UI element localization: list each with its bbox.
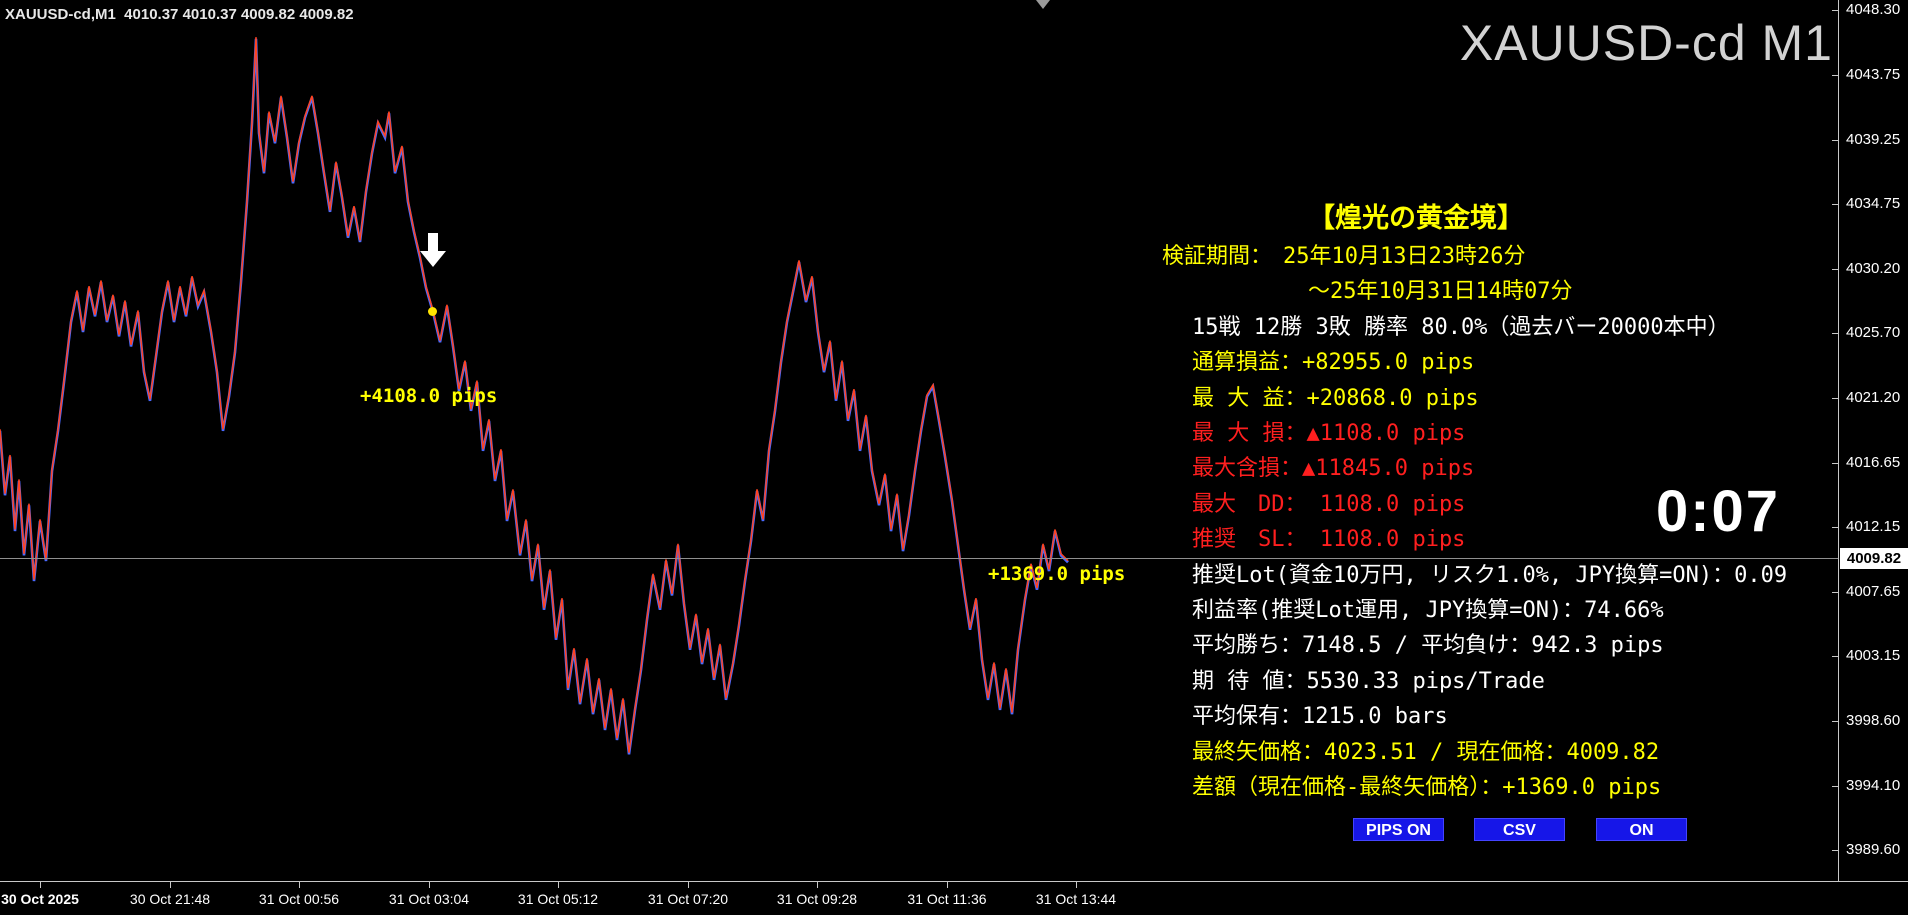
time-axis-label: 31 Oct 05:12 (517, 891, 599, 907)
price-axis-label: 4025.70 (1846, 324, 1901, 341)
time-axis-label: 31 Oct 00:56 (258, 891, 340, 907)
time-axis-tick (817, 882, 818, 888)
price-axis-label: 4003.15 (1846, 647, 1901, 664)
countdown-timer: 0:07 (1655, 479, 1781, 544)
price-axis-tick (1832, 269, 1838, 270)
stat-line: 最 大 益：+20868.0 pips (1192, 386, 1479, 411)
price-axis-tick (1832, 398, 1838, 399)
price-axis-label: 3998.60 (1846, 712, 1901, 729)
app-background: +4108.0 pips +1369.0 pips XAUUSD-cd,M1 4… (0, 0, 1908, 915)
price-axis-border (1838, 0, 1839, 882)
stat-line: 最終矢価格：4023.51 / 現在価格：4009.82 (1192, 740, 1660, 765)
price-axis-tick (1832, 527, 1838, 528)
time-axis-tick (1076, 882, 1077, 888)
entry-dot (428, 307, 437, 316)
stat-line: 通算損益：+82955.0 pips (1192, 350, 1475, 375)
price-axis-tick (1832, 592, 1838, 593)
stat-line: 15戦 12勝 3敗 勝率 80.0%（過去バー20000本中） (1192, 315, 1730, 340)
stat-line: 期 待 値：5530.33 pips/Trade (1192, 669, 1545, 694)
stat-line: 最大 DD： 1108.0 pips (1192, 492, 1466, 517)
current-price-tag: 4009.82 (1840, 548, 1908, 569)
price-axis-tick (1832, 850, 1838, 851)
time-axis-label: 31 Oct 07:20 (647, 891, 729, 907)
stat-line: 差額（現在価格-最終矢価格）：+1369.0 pips (1192, 775, 1662, 800)
symbol-ohlc-info: XAUUSD-cd,M1 4010.37 4010.37 4009.82 400… (5, 6, 354, 23)
current-pips-label: +1369.0 pips (988, 563, 1126, 585)
chart-watermark-title: XAUUSD-cd M1 (1459, 15, 1833, 71)
stat-line: 最 大 損：▲1108.0 pips (1192, 421, 1466, 446)
red-price-line (0, 37, 1069, 753)
price-axis-label: 4048.30 (1846, 1, 1901, 18)
time-axis-label: 31 Oct 11:36 (907, 891, 987, 907)
price-axis-tick (1832, 721, 1838, 722)
time-axis-tick (558, 882, 559, 888)
down-arrow-icon (420, 251, 446, 267)
stat-line: 平均保有：1215.0 bars (1192, 704, 1448, 729)
time-axis-label: 31 Oct 09:28 (776, 891, 858, 907)
time-axis-label: 30 Oct 21:48 (129, 891, 211, 907)
time-axis-tick (688, 882, 689, 888)
time-axis-label: 31 Oct 13:44 (1035, 891, 1117, 907)
time-axis-label: 30 Oct 2025 (1, 891, 79, 907)
chart-shift-marker-icon (1036, 0, 1050, 9)
time-axis-tick (429, 882, 430, 888)
price-axis-label: 4012.15 (1846, 518, 1901, 535)
stat-line: 検証期間： 25年10月13日23時26分 (1162, 244, 1526, 269)
price-axis-label: 4039.25 (1846, 131, 1901, 148)
time-axis-border (0, 881, 1908, 882)
price-axis-tick (1832, 656, 1838, 657)
stat-line: ～25年10月31日14時07分 (1308, 279, 1573, 304)
price-axis-tick (1832, 463, 1838, 464)
price-axis-label: 3989.60 (1846, 841, 1901, 858)
time-axis-label: 31 Oct 03:04 (388, 891, 470, 907)
stat-line: 推奨 SL： 1108.0 pips (1192, 527, 1466, 552)
stats-panel-title: 【煌光の黄金境】 (1308, 203, 1524, 234)
entry-pips-label: +4108.0 pips (360, 385, 498, 407)
stat-line: 推奨Lot(資金10万円, リスク1.0%, JPY換算=ON)：0.09 (1192, 563, 1788, 588)
price-axis-label: 4043.75 (1846, 66, 1901, 83)
price-axis-tick (1832, 75, 1838, 76)
price-axis-label: 4034.75 (1846, 195, 1901, 212)
price-axis-tick (1832, 333, 1838, 334)
price-axis-label: 4021.20 (1846, 389, 1901, 406)
time-axis-tick (170, 882, 171, 888)
price-axis-tick (1832, 10, 1838, 11)
down-arrow-icon (428, 233, 438, 251)
time-axis-tick (40, 882, 41, 888)
blue-price-line (0, 38, 1069, 755)
csv-button[interactable]: CSV (1474, 818, 1565, 841)
price-axis-tick (1832, 786, 1838, 787)
price-axis-tick (1832, 140, 1838, 141)
time-axis-tick (299, 882, 300, 888)
pips-on-button[interactable]: PIPS ON (1353, 818, 1444, 841)
price-axis-label: 4007.65 (1846, 583, 1901, 600)
stat-line: 利益率(推奨Lot運用, JPY換算=ON)：74.66% (1192, 598, 1664, 623)
price-axis-label: 4016.65 (1846, 454, 1901, 471)
price-axis-label: 4030.20 (1846, 260, 1901, 277)
time-axis-tick (947, 882, 948, 888)
stat-line: 平均勝ち：7148.5 / 平均負け：942.3 pips (1192, 633, 1664, 658)
price-axis-label: 3994.10 (1846, 777, 1901, 794)
on-button[interactable]: ON (1596, 818, 1687, 841)
price-axis-tick (1832, 204, 1838, 205)
stat-line: 最大含損：▲11845.0 pips (1192, 456, 1475, 481)
